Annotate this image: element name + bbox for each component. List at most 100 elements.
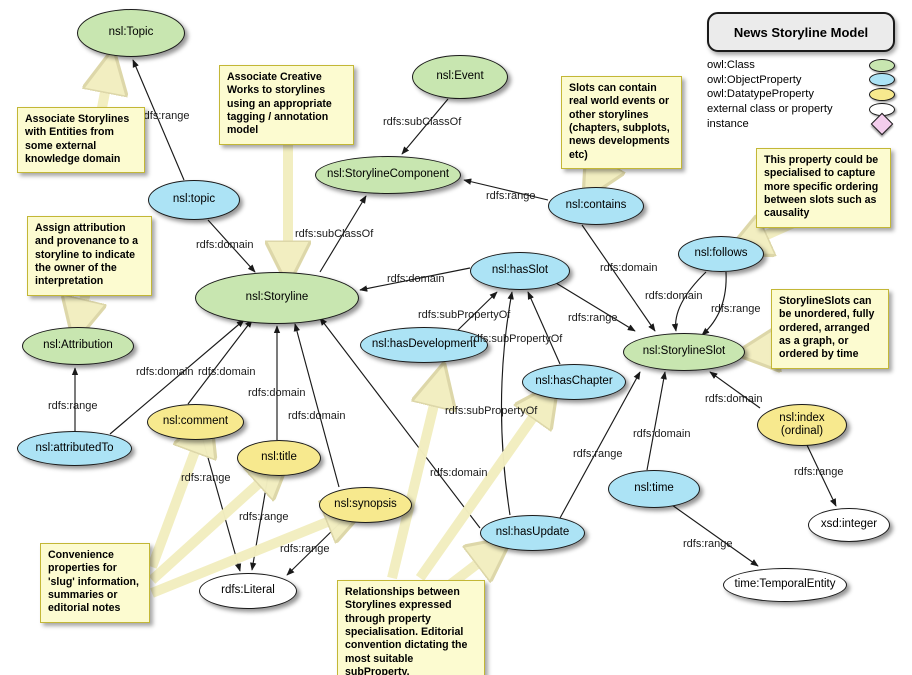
edge-label-el_follows_domain: rdfs:domain bbox=[645, 290, 703, 302]
pointer-relationships-to-hasdevelopment bbox=[387, 380, 440, 580]
node-label: nsl:follows bbox=[694, 247, 748, 260]
node-comment[interactable]: nsl:comment bbox=[147, 404, 244, 440]
node-label: nsl:StorylineSlot bbox=[642, 345, 726, 358]
edge-label-el_attributedto_r: rdfs:range bbox=[48, 400, 98, 412]
edge-label-el_time_range: rdfs:range bbox=[683, 538, 733, 550]
edge-label-el_topic_domain: rdfs:domain bbox=[196, 239, 254, 251]
edge-label-el_title_domain: rdfs:domain bbox=[248, 387, 306, 399]
node-hasslot[interactable]: nsl:hasSlot bbox=[470, 252, 570, 290]
node-attribution[interactable]: nsl:Attribution bbox=[22, 327, 134, 365]
node-label: nsl:topic bbox=[172, 193, 216, 206]
legend-row-4: instance bbox=[707, 112, 895, 135]
annotation-note_relationships: Relationships between Storylines express… bbox=[337, 580, 485, 675]
legend-row-2: owl:DatatypeProperty bbox=[707, 87, 895, 102]
node-label: nsl:hasUpdate bbox=[495, 526, 570, 539]
edge-label-el_hasupdate_dom: rdfs:domain bbox=[430, 467, 488, 479]
edge-label-el_index_range: rdfs:range bbox=[794, 466, 844, 478]
node-label: nsl:time bbox=[634, 482, 674, 495]
edge-label-el_event_sub: rdfs:subClassOf bbox=[383, 116, 462, 128]
node-time[interactable]: nsl:time bbox=[608, 470, 700, 508]
edge-time-range bbox=[671, 504, 759, 567]
edge-label-el_synopsis_range: rdfs:range bbox=[280, 543, 330, 555]
node-topic_prop[interactable]: nsl:topic bbox=[148, 180, 240, 220]
annotation-note_entities: Associate Storylines with Entities from … bbox=[17, 107, 145, 174]
node-label: nsl:Attribution bbox=[43, 339, 113, 352]
edge-label-el_hasslot_domain: rdfs:domain bbox=[387, 273, 445, 285]
node-label: nsl:comment bbox=[162, 415, 229, 428]
node-label: nsl:synopsis bbox=[334, 498, 397, 511]
node-topic_class[interactable]: nsl:Topic bbox=[77, 9, 185, 57]
node-literal[interactable]: rdfs:Literal bbox=[199, 573, 297, 609]
legend-label: external class or property bbox=[707, 103, 833, 116]
legend-label: instance bbox=[707, 117, 749, 130]
legend-list: owl:Class owl:ObjectProperty owl:DatatypeP… bbox=[707, 58, 895, 135]
node-label: nsl:hasSlot bbox=[491, 264, 549, 277]
node-label: nsl:Storyline bbox=[245, 291, 309, 304]
node-label: nsl:Topic bbox=[108, 26, 154, 39]
annotation-note_slots_contain: Slots can contain real world events or o… bbox=[561, 76, 682, 170]
node-attributedto[interactable]: nsl:attributedTo bbox=[17, 431, 132, 466]
node-storylinecomp[interactable]: nsl:StorylineComponent bbox=[315, 156, 461, 194]
edge-label-el_comment_range: rdfs:range bbox=[181, 472, 231, 484]
edge-time-domain bbox=[646, 371, 667, 471]
node-event[interactable]: nsl:Event bbox=[412, 55, 508, 99]
legend-title: News Storyline Model bbox=[707, 12, 895, 52]
legend-row-1: owl:ObjectProperty bbox=[707, 73, 895, 88]
node-label: nsl:hasChapter bbox=[535, 375, 613, 388]
edge-label-el_comment_domain: rdfs:domain bbox=[198, 366, 256, 378]
legend-row-0: owl:Class bbox=[707, 58, 895, 73]
legend-label: owl:Class bbox=[707, 59, 755, 72]
edge-label-el_hasupdate_sub: rdfs:subPropertyOf bbox=[445, 405, 538, 417]
node-hasdevelopment[interactable]: nsl:hasDevelopment bbox=[360, 327, 488, 363]
edge-hasupdate-subpropertyof bbox=[500, 291, 514, 516]
annotation-note_convenience: Convenience properties for 'slug' inform… bbox=[40, 543, 150, 623]
node-label: nsl:title bbox=[261, 451, 297, 464]
node-synopsis[interactable]: nsl:synopsis bbox=[319, 487, 412, 523]
node-temporalentity[interactable]: time:TemporalEntity bbox=[723, 568, 847, 602]
node-storylineslot[interactable]: nsl:StorylineSlot bbox=[623, 333, 745, 371]
edge-label-el_contains_range: rdfs:range bbox=[486, 190, 536, 202]
node-label: xsd:integer bbox=[820, 518, 878, 531]
legend-row-3: external class or property bbox=[707, 102, 895, 117]
annotation-note_attribution: Assign attribution and provenance to a s… bbox=[27, 216, 152, 296]
legend-panel: News Storyline Model owl:Class owl:Object… bbox=[703, 8, 899, 135]
node-contains[interactable]: nsl:contains bbox=[548, 187, 644, 225]
node-xsdinteger[interactable]: xsd:integer bbox=[808, 508, 890, 542]
edge-label-el_attrib_domain: rdfs:domain bbox=[136, 366, 194, 378]
node-storyline[interactable]: nsl:Storyline bbox=[195, 272, 359, 324]
node-label: rdfs:Literal bbox=[221, 584, 275, 597]
legend-swatch-ellipse-icon bbox=[869, 58, 895, 72]
legend-swatch-diamond-icon bbox=[870, 112, 894, 135]
node-label: time:TemporalEntity bbox=[734, 578, 836, 591]
edge-label-el_hasdev_sub: rdfs:subPropertyOf bbox=[418, 309, 511, 321]
edge-label-el_follows_range: rdfs:range bbox=[711, 303, 761, 315]
edge-label-el_synopsis_domain: rdfs:domain bbox=[288, 410, 346, 422]
node-label: nsl:contains bbox=[565, 199, 627, 212]
edge-label-el_hasslot_range: rdfs:range bbox=[568, 312, 618, 324]
legend-swatch-ellipse-icon bbox=[869, 87, 895, 101]
node-label: nsl:Event bbox=[436, 70, 484, 83]
pointer-attribution-to-attribution bbox=[78, 290, 86, 326]
edge-label-el_title_range: rdfs:range bbox=[239, 511, 289, 523]
edge-haschapter-subpropertyof bbox=[527, 291, 561, 365]
node-label: nsl:attributedTo bbox=[35, 441, 114, 454]
legend-label: owl:DatatypeProperty bbox=[707, 88, 814, 101]
node-haschapter[interactable]: nsl:hasChapter bbox=[522, 364, 626, 400]
annotation-note_slot_order: StorylineSlots can be unordered, fully o… bbox=[771, 289, 889, 369]
node-title[interactable]: nsl:title bbox=[237, 440, 321, 476]
edge-label-el_topic_range: rdfs:range bbox=[140, 110, 190, 122]
legend-label: owl:ObjectProperty bbox=[707, 73, 802, 86]
node-label: nsl:index (ordinal) bbox=[779, 411, 825, 437]
legend-swatch-ellipse-icon bbox=[869, 73, 895, 87]
node-hasupdate[interactable]: nsl:hasUpdate bbox=[480, 515, 585, 551]
node-label: nsl:StorylineComponent bbox=[326, 168, 450, 181]
edge-label-el_contains_domain: rdfs:domain bbox=[600, 262, 658, 274]
annotation-note_creative_works: Associate Creative Works to storylines u… bbox=[219, 65, 354, 145]
edge-label-el_haschapter_rng: rdfs:range bbox=[573, 448, 623, 460]
annotation-note_ordering: This property could be specialised to ca… bbox=[756, 148, 891, 228]
node-follows[interactable]: nsl:follows bbox=[678, 236, 764, 272]
edge-label-el_time_domain: rdfs:domain bbox=[633, 428, 691, 440]
edge-label-el_haschapter_sub: rdfs:subPropertyOf bbox=[470, 333, 563, 345]
edge-comment-domain bbox=[187, 319, 253, 405]
node-index[interactable]: nsl:index (ordinal) bbox=[757, 404, 847, 446]
